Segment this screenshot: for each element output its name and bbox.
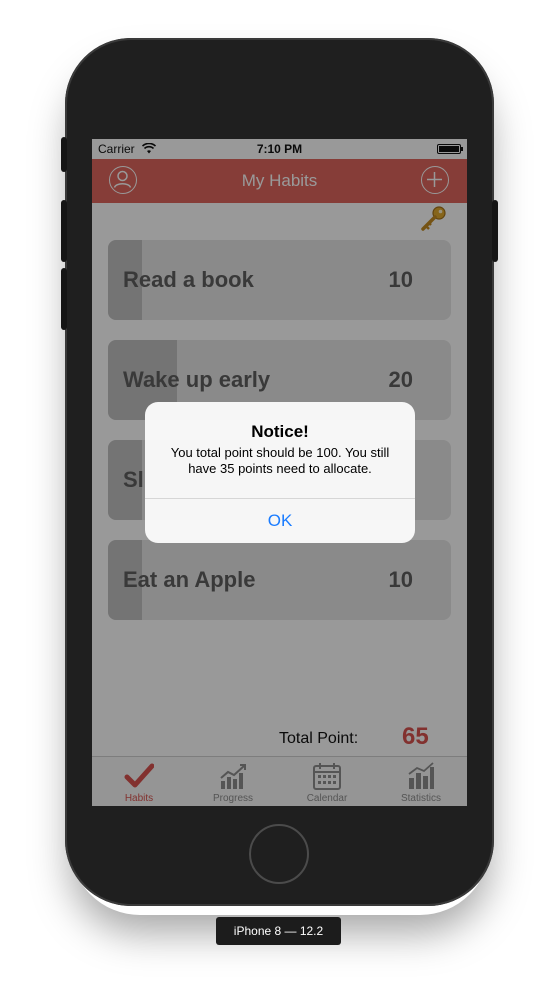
notice-alert: Notice! You total point should be 100. Y… [145, 402, 415, 543]
device-label: iPhone 8 — 12.2 [216, 917, 341, 945]
volume-down-button [61, 268, 67, 330]
alert-ok-button[interactable]: OK [145, 499, 415, 543]
mute-switch [61, 137, 67, 172]
power-button [492, 200, 498, 262]
home-button[interactable] [249, 824, 309, 884]
alert-title: Notice! [251, 422, 309, 441]
volume-up-button [61, 200, 67, 262]
alert-message: You total point should be 100. You still… [170, 445, 390, 476]
app-screen: Carrier 7:10 PM My Habits Read a book 10… [92, 139, 467, 806]
